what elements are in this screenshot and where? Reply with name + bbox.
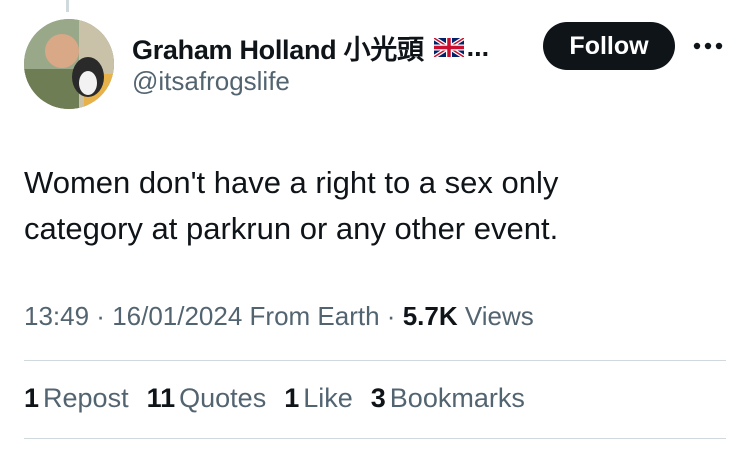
author-handle[interactable]: @itsafrogslife [132, 66, 290, 97]
follow-button[interactable]: Follow [543, 22, 675, 70]
divider [24, 438, 726, 439]
tweet-source: From Earth [242, 301, 380, 331]
stat-bookmarks[interactable]: 3 Bookmarks [371, 383, 525, 414]
name-truncation: ... [466, 31, 490, 62]
stat-label: Repost [43, 383, 129, 413]
tweet-date[interactable]: 16/01/2024 [112, 301, 242, 331]
tweet-text: Women don't have a right to a sex only c… [24, 165, 559, 246]
more-horizontal-icon [693, 42, 723, 50]
engagement-stats: 1 Repost 11 Quotes 1 Like 3 Bookmarks [24, 383, 543, 414]
stat-label: Like [303, 383, 353, 413]
avatar[interactable] [24, 19, 114, 109]
tweet-time[interactable]: 13:49 [24, 301, 89, 331]
views-label[interactable]: Views [458, 301, 534, 331]
separator: · [379, 301, 403, 331]
thread-connector-line [66, 0, 69, 12]
stat-count: 1 [284, 383, 300, 413]
stat-count: 1 [24, 383, 40, 413]
views-count[interactable]: 5.7K [403, 301, 458, 331]
stat-label: Bookmarks [389, 383, 525, 413]
stat-reposts[interactable]: 1 Repost [24, 383, 129, 414]
author-display-name[interactable]: Graham Holland 小光頭 [132, 28, 424, 67]
stat-label: Quotes [179, 383, 267, 413]
stat-count: 3 [370, 383, 386, 413]
divider [24, 360, 726, 361]
tweet: Graham Holland 小光頭 ... @itsafrogslife Fo… [0, 0, 750, 453]
separator: · [89, 301, 113, 331]
stat-quotes[interactable]: 11 Quotes [147, 383, 267, 414]
more-options-button[interactable] [692, 32, 724, 60]
author-name-row[interactable]: Graham Holland 小光頭 ... [132, 28, 490, 67]
stat-count: 11 [146, 383, 176, 413]
uk-flag-icon [432, 35, 465, 59]
avatar-photo [24, 19, 114, 109]
stat-likes[interactable]: 1 Like [284, 383, 353, 414]
tweet-metadata: 13:49 · 16/01/2024 From Earth · 5.7K Vie… [24, 301, 534, 332]
